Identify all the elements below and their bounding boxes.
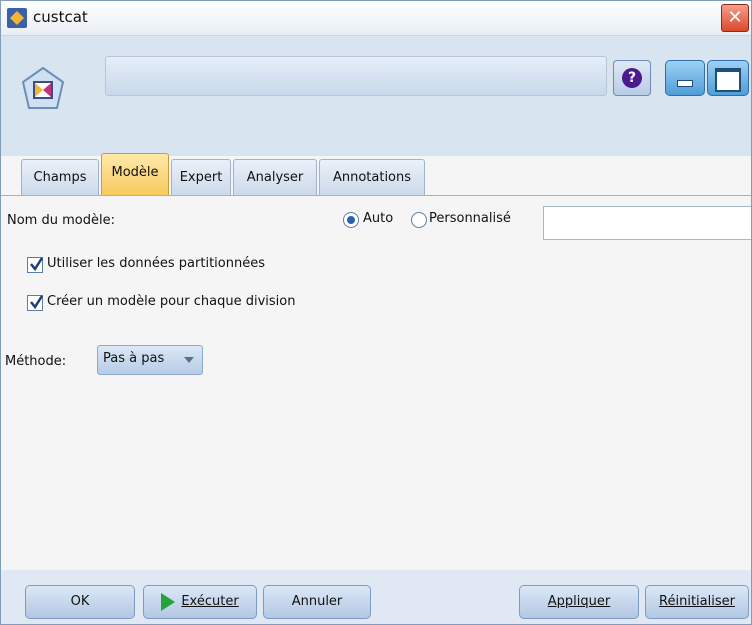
close-button[interactable]: ✕ xyxy=(721,4,749,32)
header-panel: ? xyxy=(1,36,751,156)
play-icon xyxy=(161,592,176,611)
minimize-icon xyxy=(677,80,693,87)
model-tab-content: Nom du modèle: Auto Personnalisé Utilise… xyxy=(1,196,751,570)
window-title: custcat xyxy=(33,8,88,26)
method-select[interactable]: Pas à pas xyxy=(97,345,203,375)
radio-auto[interactable] xyxy=(343,212,359,228)
help-icon: ? xyxy=(622,68,642,88)
tab-annotations[interactable]: Annotations xyxy=(319,159,425,196)
tab-expert[interactable]: Expert xyxy=(171,159,231,196)
reset-button-label: Réinitialiser xyxy=(659,594,735,609)
help-button[interactable]: ? xyxy=(613,60,651,96)
apply-button[interactable]: Appliquer xyxy=(519,585,639,619)
radio-personnalise[interactable] xyxy=(411,212,427,228)
node-diamond-icon xyxy=(7,8,27,28)
model-per-split-checkbox[interactable] xyxy=(27,295,44,311)
ok-button[interactable]: OK xyxy=(25,585,135,619)
method-label: Méthode: xyxy=(5,354,67,369)
model-name-label: Nom du modèle: xyxy=(7,213,115,228)
radio-personnalise-label: Personnalisé xyxy=(429,211,511,226)
node-name-bar xyxy=(105,56,607,96)
apply-button-label: Appliquer xyxy=(547,594,611,609)
close-icon: ✕ xyxy=(727,7,743,28)
use-partitioned-label: Utiliser les données partitionnées xyxy=(47,256,265,271)
reset-button[interactable]: Réinitialiser xyxy=(645,585,749,619)
title-bar: custcat ✕ xyxy=(1,1,751,36)
chevron-down-icon xyxy=(184,357,194,363)
cancel-button[interactable]: Annuler xyxy=(263,585,371,619)
tab-analyser[interactable]: Analyser xyxy=(233,159,317,196)
tab-modele[interactable]: Modèle xyxy=(101,153,169,196)
checkmark-icon xyxy=(30,257,44,272)
maximize-button[interactable] xyxy=(707,60,749,96)
run-button-label: Exécuter xyxy=(181,594,239,609)
maximize-icon xyxy=(715,68,741,92)
custom-name-input[interactable] xyxy=(543,206,751,240)
minimize-button[interactable] xyxy=(665,60,705,96)
tab-champs[interactable]: Champs xyxy=(21,159,99,196)
use-partitioned-checkbox[interactable] xyxy=(27,257,44,273)
model-per-split-label: Créer un modèle pour chaque division xyxy=(47,294,296,309)
radio-auto-label: Auto xyxy=(363,211,394,226)
footer-bar: OK Exécuter Annuler Appliquer Réinitiali… xyxy=(1,570,751,624)
model-node-icon xyxy=(21,66,65,109)
checkmark-icon xyxy=(30,295,44,310)
dialog-window: custcat ✕ ? Champs Modèle Expert Analyse… xyxy=(0,0,752,625)
method-value: Pas à pas xyxy=(103,351,165,366)
run-button[interactable]: Exécuter xyxy=(143,585,257,619)
